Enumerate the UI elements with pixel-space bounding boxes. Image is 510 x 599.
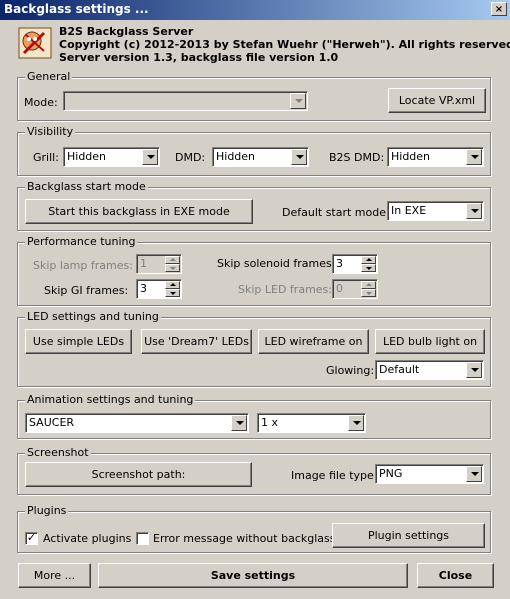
performance-title: Performance tuning xyxy=(25,235,138,248)
skip-led-spinner[interactable]: 0 xyxy=(332,279,378,299)
grill-select[interactable]: Hidden xyxy=(63,147,160,167)
app-name: B2S Backglass Server xyxy=(59,25,194,38)
skip-led-value: 0 xyxy=(336,282,343,295)
chevron-down-icon xyxy=(290,93,306,109)
image-file-type-value: PNG xyxy=(379,467,403,480)
chevron-down-icon xyxy=(291,149,307,165)
animation-value: SAUCER xyxy=(29,416,75,429)
spin-down-icon[interactable] xyxy=(165,289,180,297)
led-bulb-light-button[interactable]: LED bulb light on xyxy=(375,329,485,354)
spin-down-icon[interactable] xyxy=(165,264,180,272)
copyright-text: Copyright (c) 2012-2013 by Stefan Wuehr … xyxy=(59,38,510,51)
skip-lamp-spinner[interactable]: 1 xyxy=(136,254,182,274)
skip-gi-label: Skip GI frames: xyxy=(44,284,129,297)
b2s-logo-icon xyxy=(18,27,52,59)
plugins-title: Plugins xyxy=(25,504,69,517)
animation-speed-select[interactable]: 1 x xyxy=(257,413,366,433)
use-dream7-leds-button[interactable]: Use 'Dream7' LEDs xyxy=(141,329,252,354)
use-simple-leds-button[interactable]: Use simple LEDs xyxy=(25,329,132,354)
close-button[interactable]: Close xyxy=(417,563,494,588)
default-start-mode-value: In EXE xyxy=(391,204,427,217)
skip-lamp-label: Skip lamp frames: xyxy=(33,259,133,272)
skip-solenoid-label: Skip solenoid frames: xyxy=(217,257,336,270)
image-file-type-select[interactable]: PNG xyxy=(375,464,484,484)
spin-up-icon[interactable] xyxy=(361,256,376,264)
spin-up-icon[interactable] xyxy=(165,256,180,264)
screenshot-title: Screenshot xyxy=(25,446,91,459)
spin-down-icon[interactable] xyxy=(361,289,376,297)
led-title: LED settings and tuning xyxy=(25,310,161,323)
chevron-down-icon xyxy=(466,203,482,219)
animation-select[interactable]: SAUCER xyxy=(25,413,249,433)
dmd-select[interactable]: Hidden xyxy=(212,147,309,167)
general-title: General xyxy=(25,70,73,83)
grill-value: Hidden xyxy=(67,150,107,163)
chevron-down-icon xyxy=(231,415,247,431)
locate-vp-xml-button[interactable]: Locate VP.xml xyxy=(388,88,486,113)
glowing-select[interactable]: Default xyxy=(375,360,484,380)
animation-title: Animation settings and tuning xyxy=(25,393,196,406)
spin-up-icon[interactable] xyxy=(165,281,180,289)
activate-plugins-label: Activate plugins xyxy=(43,532,132,545)
skip-gi-spinner[interactable]: 3 xyxy=(136,279,182,299)
chevron-down-icon xyxy=(142,149,158,165)
glowing-label: Glowing: xyxy=(326,364,375,377)
b2s-dmd-value: Hidden xyxy=(391,150,431,163)
dmd-value: Hidden xyxy=(216,150,256,163)
led-wireframe-button[interactable]: LED wireframe on xyxy=(258,329,369,354)
error-message-label: Error message without backglass xyxy=(153,532,336,545)
dmd-label: DMD: xyxy=(175,151,206,164)
visibility-title: Visibility xyxy=(25,125,76,138)
error-message-checkbox[interactable] xyxy=(136,532,149,545)
spin-up-icon[interactable] xyxy=(361,281,376,289)
glowing-value: Default xyxy=(379,363,420,376)
chevron-down-icon xyxy=(348,415,364,431)
b2s-dmd-select[interactable]: Hidden xyxy=(387,147,484,167)
window-title: Backglass settings ... xyxy=(4,2,149,16)
mode-select[interactable] xyxy=(63,91,308,111)
title-bar: Backglass settings ... × xyxy=(0,0,510,20)
spin-down-icon[interactable] xyxy=(361,264,376,272)
chevron-down-icon xyxy=(466,149,482,165)
save-settings-button[interactable]: Save settings xyxy=(98,563,408,588)
chevron-down-icon xyxy=(466,362,482,378)
more-button[interactable]: More ... xyxy=(18,563,91,588)
chevron-down-icon xyxy=(466,466,482,482)
image-file-type-label: Image file type: xyxy=(291,469,378,482)
skip-led-label: Skip LED frames: xyxy=(238,283,332,296)
skip-lamp-value: 1 xyxy=(140,257,147,270)
default-start-mode-label: Default start mode: xyxy=(282,206,390,219)
grill-label: Grill: xyxy=(33,151,59,164)
b2s-dmd-label: B2S DMD: xyxy=(329,151,385,164)
mode-label: Mode: xyxy=(24,96,58,109)
skip-solenoid-value: 3 xyxy=(336,257,343,270)
close-window-button[interactable]: × xyxy=(491,2,507,16)
skip-solenoid-spinner[interactable]: 3 xyxy=(332,254,378,274)
plugin-settings-button[interactable]: Plugin settings xyxy=(332,523,485,548)
skip-gi-value: 3 xyxy=(140,282,147,295)
animation-speed-value: 1 x xyxy=(261,416,279,429)
default-start-mode-select[interactable]: In EXE xyxy=(387,201,484,221)
version-text: Server version 1.3, backglass file versi… xyxy=(59,51,339,64)
start-mode-title: Backglass start mode xyxy=(25,180,148,193)
screenshot-path-button[interactable]: Screenshot path: xyxy=(25,462,252,487)
start-exe-mode-button[interactable]: Start this backglass in EXE mode xyxy=(25,199,253,224)
activate-plugins-checkbox[interactable]: ✓ xyxy=(25,532,38,545)
